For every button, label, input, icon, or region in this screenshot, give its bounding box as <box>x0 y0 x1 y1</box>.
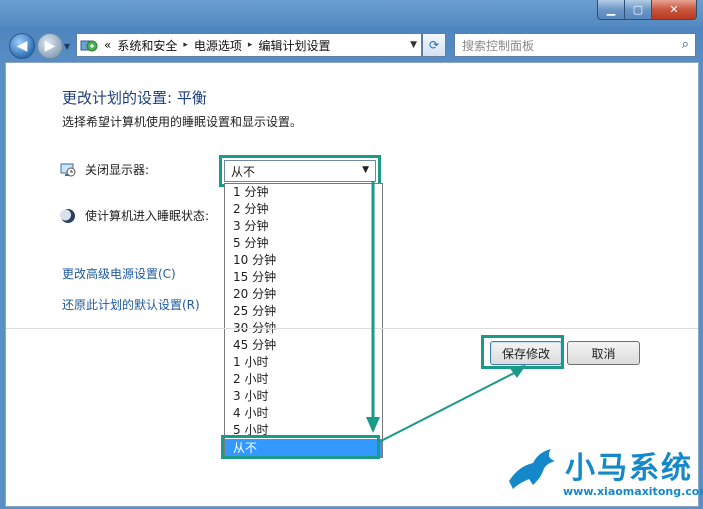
moon-icon <box>60 208 75 223</box>
forward-button[interactable]: ▶ <box>37 33 63 59</box>
page-title: 更改计划的设置: 平衡 <box>62 89 207 107</box>
dropdown-option[interactable]: 3 小时 <box>225 388 382 405</box>
minimize-icon: ▁ <box>606 3 616 16</box>
dropdown-option[interactable]: 20 分钟 <box>225 286 382 303</box>
display-off-dropdown-list[interactable]: 1 分钟 2 分钟 3 分钟 5 分钟 10 分钟 15 分钟 20 分钟 25 分钟 30 分… <box>224 183 383 458</box>
dropdown-option[interactable]: 1 分钟 <box>225 184 382 201</box>
watermark-brand: 小马系统 <box>565 451 693 486</box>
search-placeholder: 搜索控制面板 <box>462 38 535 53</box>
search-icon[interactable]: ⌕ <box>682 37 689 52</box>
annotation-arrow-diag <box>376 370 519 444</box>
dropdown-option[interactable]: 2 小时 <box>225 371 382 388</box>
watermark-url: www.xiaomaxitong.com <box>563 485 703 498</box>
breadcrumb-separator-icon[interactable]: ▸ <box>183 40 188 50</box>
divider <box>6 328 698 329</box>
dropdown-option[interactable]: 2 分钟 <box>225 201 382 218</box>
close-icon: ✕ <box>669 3 679 16</box>
dropdown-option[interactable]: 45 分钟 <box>225 337 382 354</box>
content-pane: 更改计划的设置: 平衡 选择希望计算机使用的睡眠设置和显示设置。 关闭显示器: … <box>5 62 703 507</box>
display-off-label: 关闭显示器: <box>85 163 150 177</box>
maximize-icon: ▢ <box>632 3 644 16</box>
caption-buttons: ▁ ▢ ✕ <box>597 0 697 20</box>
breadcrumb-separator-icon[interactable]: ▸ <box>248 40 253 50</box>
restore-defaults-link[interactable]: 还原此计划的默认设置(R) <box>62 296 200 313</box>
address-dropdown-icon[interactable]: ▼ <box>410 40 417 50</box>
control-panel-icon <box>80 40 98 52</box>
minimize-button[interactable]: ▁ <box>597 0 625 20</box>
refresh-icon: ⟳ <box>428 38 440 52</box>
breadcrumb-power-options[interactable]: 电源选项 <box>194 37 242 54</box>
page-subtitle: 选择希望计算机使用的睡眠设置和显示设置。 <box>62 115 303 129</box>
dropdown-option[interactable]: 5 分钟 <box>225 235 382 252</box>
sleep-label: 使计算机进入睡眠状态: <box>85 209 210 223</box>
forward-arrow-icon: ▶ <box>44 38 56 54</box>
dropdown-option[interactable]: 25 分钟 <box>225 303 382 320</box>
breadcrumb-edit-plan[interactable]: 编辑计划设置 <box>258 37 330 54</box>
watermark-logo: 小马系统 www.xiaomaxitong.com <box>503 441 703 503</box>
maximize-button[interactable]: ▢ <box>625 0 652 20</box>
navigation-bar: ◀ ▶ ▼ « 系统和安全 ▸ 电源选项 ▸ 编辑计划设置 ▼ ⟳ 搜索控制面板… <box>0 28 703 62</box>
address-bar[interactable]: « 系统和安全 ▸ 电源选项 ▸ 编辑计划设置 ▼ <box>76 33 422 57</box>
search-box[interactable]: 搜索控制面板 ⌕ <box>454 33 696 57</box>
dropdown-option[interactable]: 10 分钟 <box>225 252 382 269</box>
dropdown-option[interactable]: 4 小时 <box>225 405 382 422</box>
monitor-clock-icon <box>60 163 76 176</box>
breadcrumb-overflow[interactable]: « <box>104 38 111 52</box>
control-panel-window: ▁ ▢ ✕ ◀ ▶ ▼ « 系统和安全 ▸ 电源选项 ▸ 编辑计划设置 ▼ ⟳ … <box>0 0 703 509</box>
save-highlight-box <box>481 335 564 369</box>
cancel-button[interactable]: 取消 <box>567 341 640 365</box>
recent-pages-dropdown[interactable]: ▼ <box>64 42 70 51</box>
selected-option-highlight-box <box>221 435 380 459</box>
advanced-power-settings-link[interactable]: 更改高级电源设置(C) <box>62 265 176 282</box>
horse-logo-icon <box>509 449 555 489</box>
dropdown-options: 1 分钟 2 分钟 3 分钟 5 分钟 10 分钟 15 分钟 20 分钟 25 分钟 30 分… <box>225 184 382 457</box>
dropdown-option[interactable]: 15 分钟 <box>225 269 382 286</box>
close-button[interactable]: ✕ <box>652 0 697 20</box>
breadcrumb-system-security[interactable]: 系统和安全 <box>117 37 177 54</box>
refresh-button[interactable]: ⟳ <box>422 33 446 57</box>
sleep-row: 使计算机进入睡眠状态: <box>60 207 209 224</box>
display-off-row: 关闭显示器: <box>60 161 149 178</box>
dropdown-option[interactable]: 1 小时 <box>225 354 382 371</box>
dropdown-option[interactable]: 3 分钟 <box>225 218 382 235</box>
back-button[interactable]: ◀ <box>9 33 35 59</box>
back-arrow-icon: ◀ <box>16 38 28 54</box>
